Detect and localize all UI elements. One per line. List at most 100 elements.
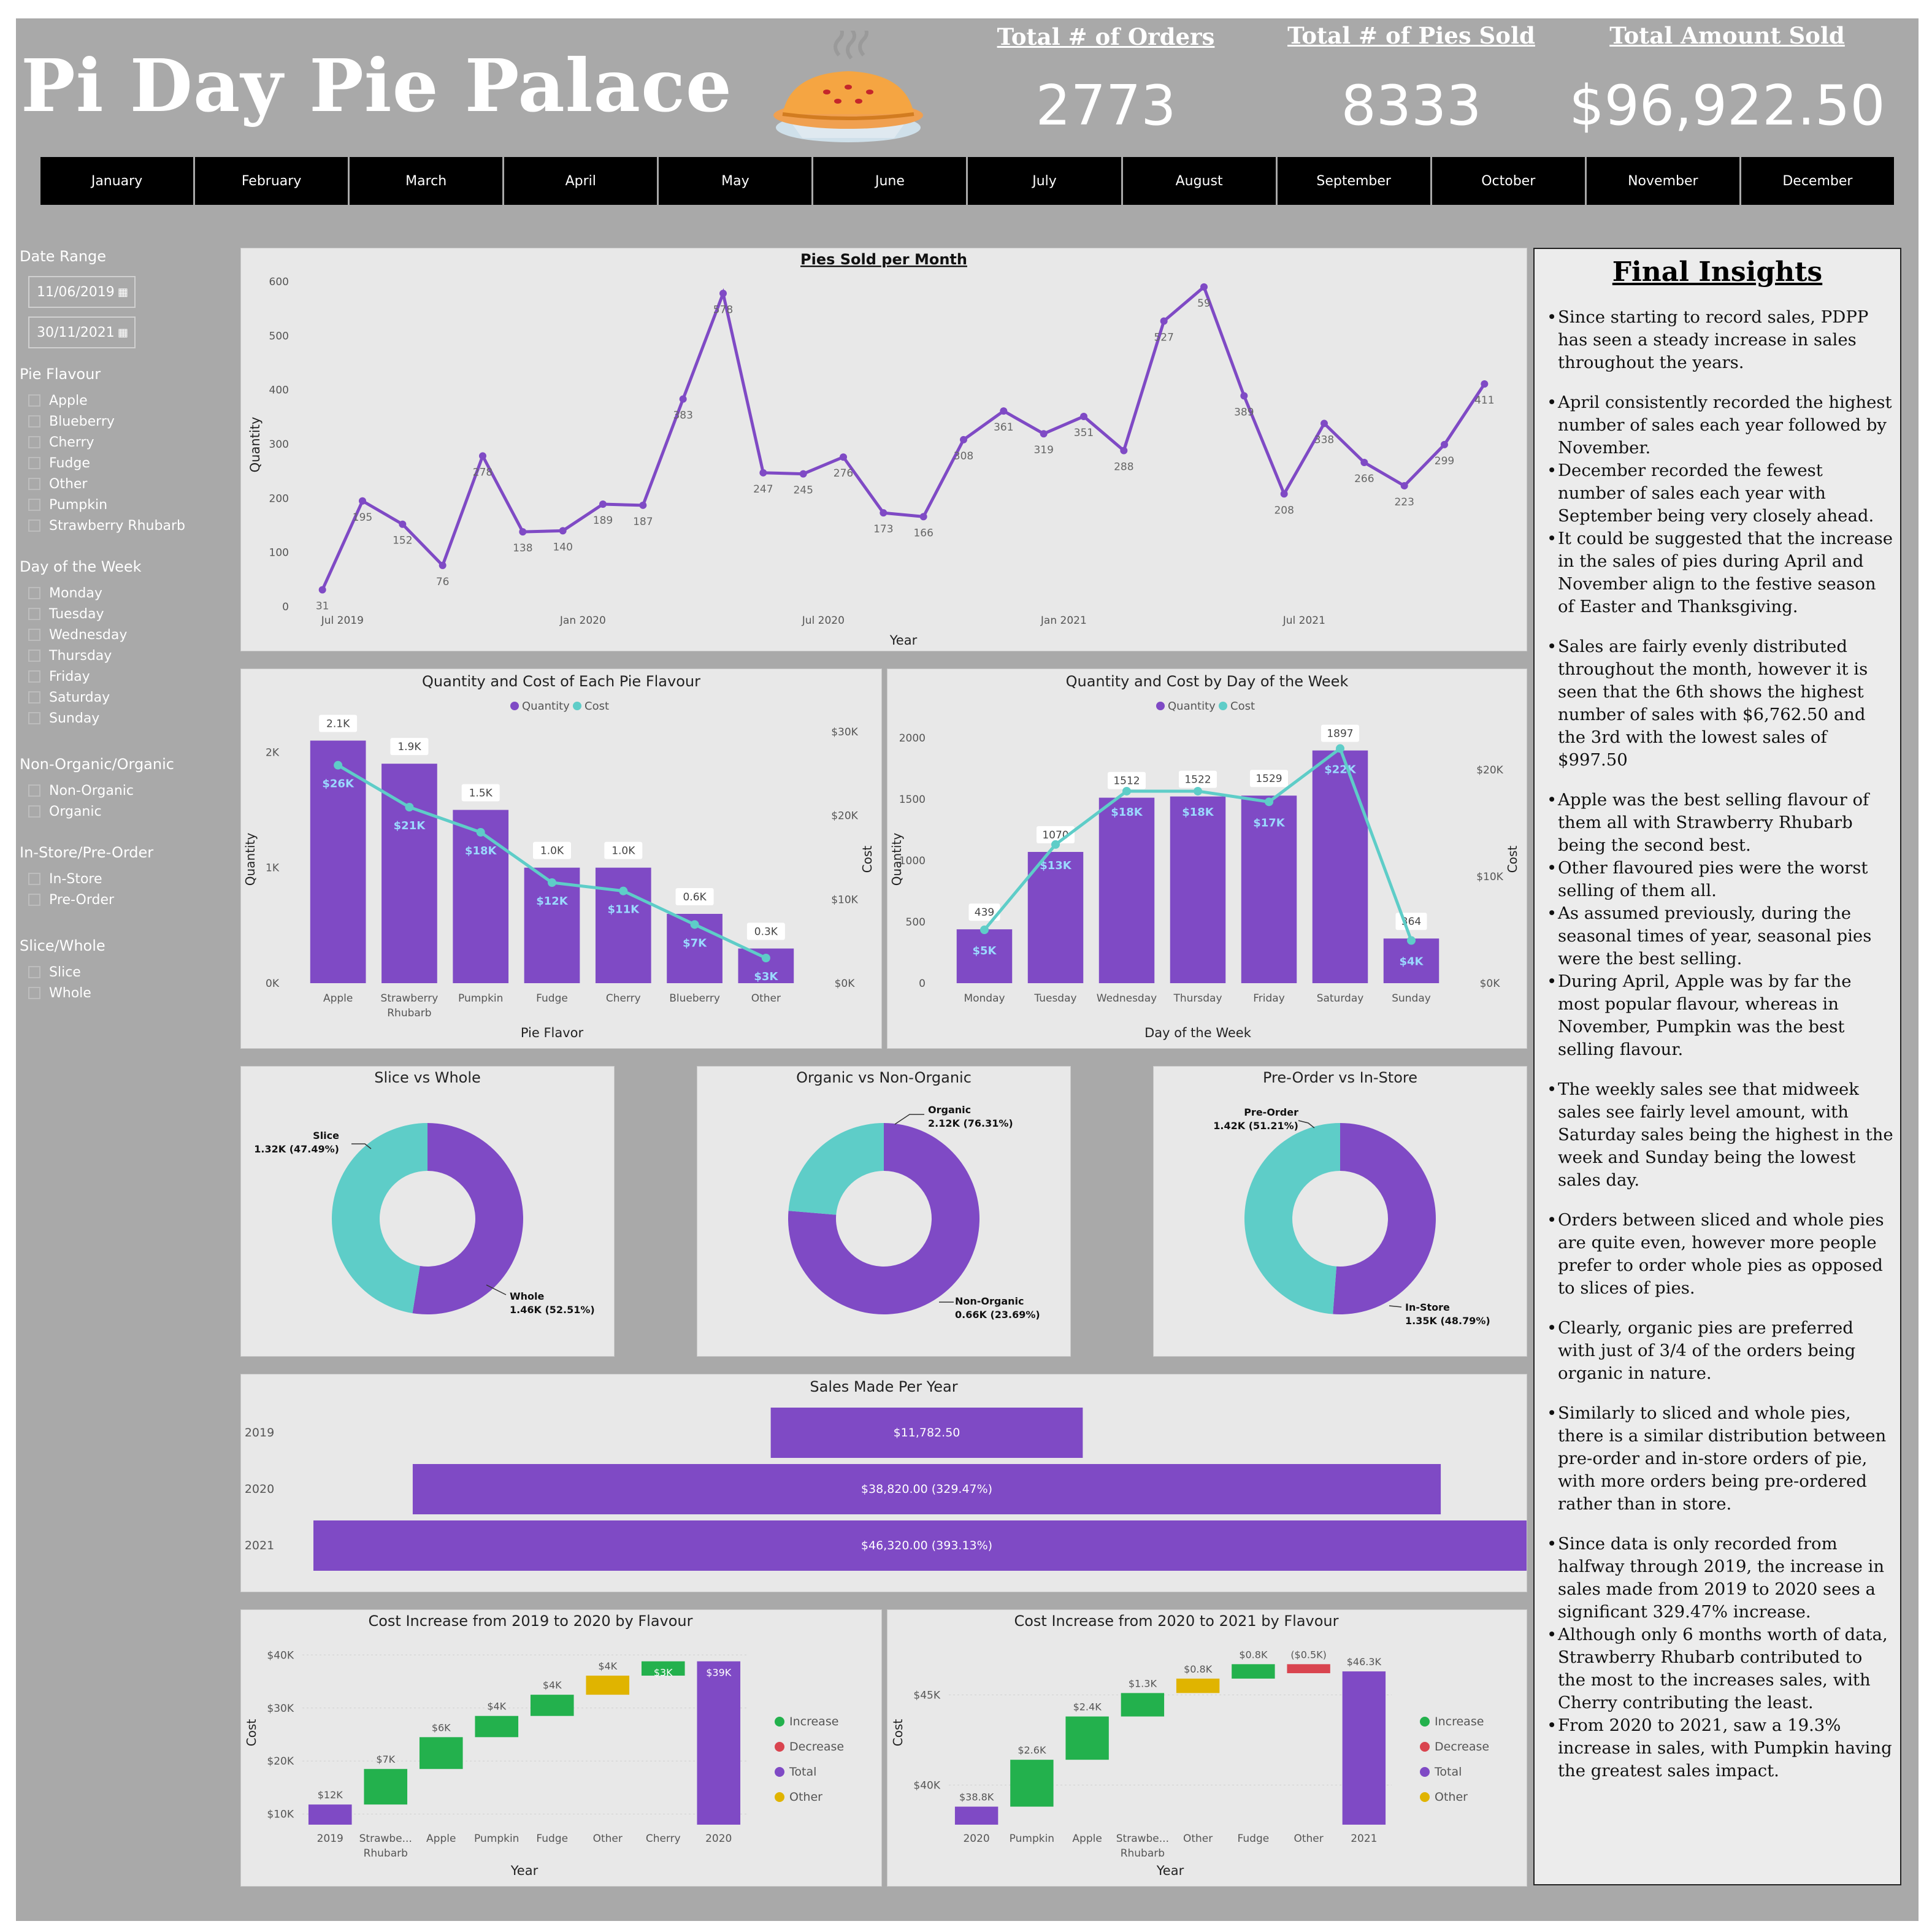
data-point: [759, 469, 767, 477]
data-point: [719, 289, 727, 297]
day-of-week-options: Monday Tuesday Wednesday Thursday Friday…: [28, 583, 127, 729]
legend-label: Total: [1434, 1765, 1462, 1779]
x-tick-label: Saturday: [1317, 992, 1364, 1005]
x-tick-label: Other: [751, 992, 781, 1005]
waterfall-2020-2021-chart: Cost Increase from 2020 to 2021 by Flavo…: [891, 1612, 1489, 1878]
checkbox[interactable]: [28, 519, 40, 532]
option-label: In-Store: [49, 871, 102, 887]
month-button-october[interactable]: October: [1432, 157, 1585, 205]
option-tuesday[interactable]: Tuesday: [28, 604, 127, 624]
data-point-cost: [619, 886, 628, 895]
data-label: 208: [1274, 504, 1294, 516]
y2-tick-label: $0K: [1480, 978, 1501, 990]
slice-value-label: 1.42K (51.21%): [1213, 1120, 1298, 1132]
data-label: 288: [1114, 461, 1133, 473]
x-tick-label: Strawbe...: [359, 1833, 412, 1845]
x-tick-label: Wednesday: [1097, 992, 1157, 1005]
option-non-organic[interactable]: Non-Organic: [28, 780, 134, 801]
calendar-icon[interactable]: ▦: [118, 286, 128, 299]
option-blueberry[interactable]: Blueberry: [28, 411, 185, 432]
data-point: [1080, 412, 1087, 420]
month-button-january[interactable]: January: [40, 157, 194, 205]
y-tick-label: $45K: [913, 1689, 940, 1701]
option-sunday[interactable]: Sunday: [28, 708, 127, 729]
data-label-quantity: 1.0K: [540, 845, 564, 857]
checkbox[interactable]: [28, 608, 40, 620]
month-button-june[interactable]: June: [813, 157, 967, 205]
option-pumpkin[interactable]: Pumpkin: [28, 494, 185, 515]
checkbox[interactable]: [28, 670, 40, 683]
insight-item: Since data is only recorded from halfway…: [1547, 1533, 1894, 1623]
checkbox[interactable]: [28, 966, 40, 978]
data-point: [799, 470, 807, 478]
insight-item: As assumed previously, during the season…: [1547, 902, 1894, 970]
calendar-icon[interactable]: ▦: [118, 326, 128, 339]
option-in-store[interactable]: In-Store: [28, 868, 114, 889]
x-tick-label: Monday: [964, 992, 1005, 1005]
option-other[interactable]: Other: [28, 473, 185, 494]
option-label: Thursday: [49, 648, 112, 664]
option-monday[interactable]: Monday: [28, 583, 127, 604]
option-strawberry-rhubarb[interactable]: Strawberry Rhubarb: [28, 515, 185, 536]
checkbox[interactable]: [28, 805, 40, 818]
store-options: In-Store Pre-Order: [28, 868, 114, 910]
leader-line: [894, 1114, 924, 1125]
checkbox[interactable]: [28, 784, 40, 797]
option-apple[interactable]: Apple: [28, 390, 185, 411]
option-slice[interactable]: Slice: [28, 962, 91, 983]
checkbox[interactable]: [28, 394, 40, 407]
data-point: [1481, 380, 1489, 388]
data-label: 189: [593, 515, 613, 527]
option-friday[interactable]: Friday: [28, 666, 127, 687]
sales-per-year-chart: Sales Made Per Year $11,782.50 2019 $38,820…: [245, 1378, 1540, 1571]
checkbox[interactable]: [28, 712, 40, 724]
option-cherry[interactable]: Cherry: [28, 432, 185, 453]
checkbox[interactable]: [28, 691, 40, 703]
option-whole[interactable]: Whole: [28, 983, 91, 1003]
checkbox[interactable]: [28, 873, 40, 885]
month-button-may[interactable]: May: [659, 157, 812, 205]
option-organic[interactable]: Organic: [28, 801, 134, 822]
month-button-november[interactable]: November: [1586, 157, 1739, 205]
data-label: $3K: [654, 1667, 673, 1679]
checkbox[interactable]: [28, 499, 40, 511]
month-button-march[interactable]: March: [350, 157, 503, 205]
x-tick-label: Pumpkin: [1010, 1833, 1054, 1845]
month-button-december[interactable]: December: [1741, 157, 1894, 205]
x-tick-label: Rhubarb: [364, 1847, 408, 1860]
option-saturday[interactable]: Saturday: [28, 687, 127, 708]
checkbox[interactable]: [28, 436, 40, 448]
checkbox[interactable]: [28, 650, 40, 662]
checkbox[interactable]: [28, 894, 40, 906]
data-point: [519, 528, 527, 536]
option-thursday[interactable]: Thursday: [28, 645, 127, 666]
waterfall-bar: [1342, 1671, 1386, 1825]
legend-marker-cost: [1219, 702, 1227, 710]
month-button-april[interactable]: April: [504, 157, 657, 205]
month-button-july[interactable]: July: [968, 157, 1121, 205]
month-button-august[interactable]: August: [1122, 157, 1276, 205]
data-point: [1441, 440, 1448, 448]
date-end-input[interactable]: 30/11/2021 ▦: [28, 316, 136, 348]
y-axis-title: Quantity: [248, 417, 263, 473]
leader-line: [1298, 1120, 1315, 1129]
checkbox[interactable]: [28, 629, 40, 641]
checkbox[interactable]: [28, 478, 40, 490]
checkbox[interactable]: [28, 987, 40, 999]
checkbox[interactable]: [28, 457, 40, 469]
option-pre-order[interactable]: Pre-Order: [28, 889, 114, 910]
x-tick-label: Jul 2020: [802, 615, 845, 627]
data-point: [679, 395, 687, 403]
date-end-value: 30/11/2021: [37, 324, 115, 340]
option-fudge[interactable]: Fudge: [28, 453, 185, 473]
option-label: Other: [49, 476, 88, 492]
x-tick-label: 2019: [317, 1833, 343, 1845]
slice-name-label: Organic: [928, 1104, 971, 1116]
checkbox[interactable]: [28, 415, 40, 427]
option-wednesday[interactable]: Wednesday: [28, 624, 127, 645]
checkbox[interactable]: [28, 587, 40, 599]
date-start-input[interactable]: 11/06/2019 ▦: [28, 276, 136, 308]
data-label-cost: $26K: [322, 778, 355, 791]
month-button-february[interactable]: February: [195, 157, 348, 205]
month-button-september[interactable]: September: [1277, 157, 1430, 205]
